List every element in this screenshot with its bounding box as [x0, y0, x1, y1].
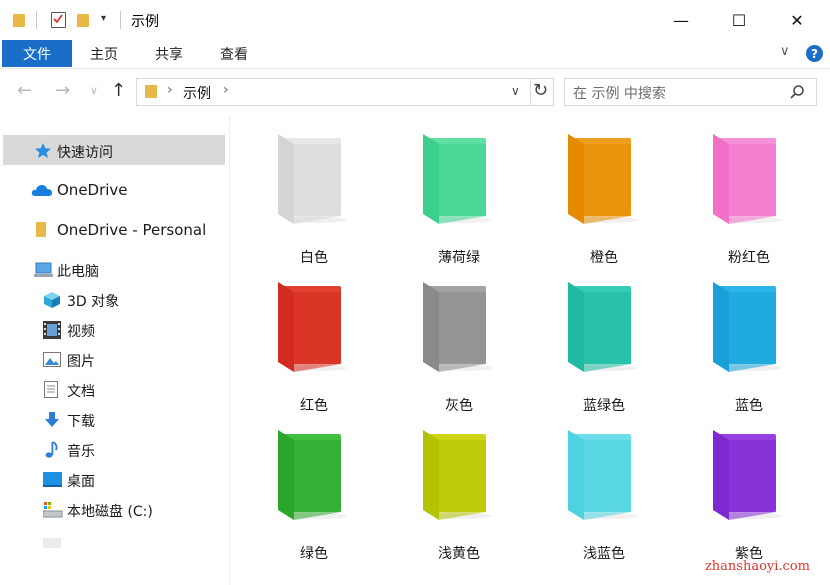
music-icon	[45, 441, 58, 458]
tab-file[interactable]: 文件	[2, 40, 72, 67]
folder-icon	[568, 134, 637, 224]
title-bar: ▾ 示例 — ☐ ✕	[0, 0, 830, 40]
folder-item[interactable]: 浅黄色	[399, 426, 519, 566]
forward-icon[interactable]: →	[55, 80, 70, 101]
document-icon	[44, 381, 58, 398]
folder-icon	[423, 282, 492, 372]
film-icon	[43, 321, 61, 339]
folder-item[interactable]: 浅蓝色	[544, 426, 664, 566]
search-placeholder[interactable]: 在 示例 中搜索	[573, 83, 666, 103]
star-icon	[35, 143, 51, 158]
file-list: 白色 薄荷绿 橙色 粉红色 红色 灰色 蓝绿色 蓝色 绿色 浅黄色 浅蓝色 紫色	[230, 116, 830, 585]
sidebar-item-label: 此电脑	[57, 264, 99, 280]
folder-item[interactable]: 蓝绿色	[544, 278, 664, 418]
customize-toolbar-icon[interactable]: ▾	[101, 13, 106, 24]
folder-item[interactable]: 粉红色	[689, 130, 809, 270]
folder-label: 蓝绿色	[583, 398, 625, 414]
up-icon[interactable]: ↑	[111, 80, 126, 101]
folder-label: 灰色	[445, 398, 473, 414]
folder-item[interactable]: 绿色	[254, 426, 374, 566]
expand-ribbon-icon[interactable]: ∨	[780, 44, 790, 59]
maximize-button[interactable]: ☐	[716, 0, 762, 40]
folder-label: 粉红色	[728, 250, 770, 266]
folder-item[interactable]: 紫色	[689, 426, 809, 566]
sidebar-item-label: 本地磁盘 (C:)	[67, 504, 153, 520]
folder-icon	[278, 134, 347, 224]
sidebar-item-label: 视频	[67, 324, 95, 340]
close-button[interactable]: ✕	[774, 0, 820, 40]
tab-share[interactable]: 共享	[145, 40, 193, 67]
ribbon-tabs: 文件 主页 共享 查看 ∨ ?	[0, 40, 830, 68]
sidebar-item-partial[interactable]	[43, 538, 133, 552]
title-divider	[120, 11, 121, 29]
folder-label: 橙色	[590, 250, 618, 266]
new-folder-icon[interactable]	[77, 14, 89, 27]
recent-locations-icon[interactable]: ∨	[90, 84, 98, 97]
folder-icon	[36, 222, 46, 237]
folder-icon	[278, 430, 347, 520]
breadcrumb-separator-icon[interactable]: ›	[167, 82, 173, 98]
folder-icon	[713, 430, 782, 520]
address-dropdown-icon[interactable]: ∨	[511, 84, 520, 98]
folder-item[interactable]: 蓝色	[689, 278, 809, 418]
watermark: zhanshaoyi.com	[704, 559, 810, 574]
cube-icon	[44, 292, 60, 308]
folder-icon	[13, 14, 25, 27]
address-divider	[530, 79, 531, 105]
minimize-icon: —	[673, 10, 689, 30]
close-icon: ✕	[790, 10, 804, 30]
refresh-icon[interactable]: ↻	[533, 80, 548, 101]
sidebar-item-label: OneDrive	[57, 181, 128, 199]
sidebar-item-label: 3D 对象	[67, 294, 120, 310]
toolbar-divider	[36, 11, 37, 29]
folder-item[interactable]: 橙色	[544, 130, 664, 270]
folder-label: 浅蓝色	[583, 546, 625, 562]
folder-icon	[713, 134, 782, 224]
folder-item[interactable]: 薄荷绿	[399, 130, 519, 270]
breadcrumb-separator-icon[interactable]: ›	[223, 82, 229, 98]
folder-icon	[145, 85, 157, 98]
sidebar-item-label: 桌面	[67, 474, 95, 490]
drive-icon	[43, 538, 61, 548]
folder-label: 白色	[300, 250, 328, 266]
sidebar-item-label: 图片	[67, 354, 95, 370]
folder-icon	[423, 430, 492, 520]
maximize-icon: ☐	[731, 10, 747, 30]
folder-label: 绿色	[300, 546, 328, 562]
breadcrumb-item[interactable]: 示例	[183, 83, 211, 103]
computer-icon	[34, 262, 53, 277]
folder-label: 红色	[300, 398, 328, 414]
tab-view[interactable]: 查看	[210, 40, 258, 67]
address-bar[interactable]: › 示例 › ∨ ↻	[136, 78, 554, 106]
folder-icon	[278, 282, 347, 372]
search-icon[interactable]	[789, 84, 805, 100]
back-icon[interactable]: ←	[17, 80, 32, 101]
sidebar-item-label: 文档	[67, 384, 95, 400]
properties-icon[interactable]	[51, 12, 66, 28]
sidebar-item-label: 音乐	[67, 444, 95, 460]
folder-icon	[713, 282, 782, 372]
search-box[interactable]: 在 示例 中搜索	[564, 78, 817, 106]
folder-item[interactable]: 白色	[254, 130, 374, 270]
folder-label: 浅黄色	[438, 546, 480, 562]
minimize-button[interactable]: —	[658, 0, 704, 40]
sidebar-item-label: 快速访问	[57, 145, 113, 161]
folder-icon	[423, 134, 492, 224]
sidebar-item-label: 下载	[67, 414, 95, 430]
sidebar-item-label: OneDrive - Personal	[57, 221, 207, 239]
desktop-icon	[43, 472, 62, 487]
picture-icon	[43, 352, 61, 367]
help-icon[interactable]: ?	[806, 45, 823, 62]
folder-item[interactable]: 红色	[254, 278, 374, 418]
download-icon	[45, 412, 59, 427]
folder-label: 蓝色	[735, 398, 763, 414]
drive-icon	[43, 502, 63, 518]
cloud-icon	[31, 185, 52, 196]
folder-icon	[568, 430, 637, 520]
folder-label: 薄荷绿	[438, 250, 480, 266]
window-title: 示例	[131, 14, 159, 30]
folder-icon	[568, 282, 637, 372]
tab-home[interactable]: 主页	[80, 40, 128, 67]
folder-item[interactable]: 灰色	[399, 278, 519, 418]
